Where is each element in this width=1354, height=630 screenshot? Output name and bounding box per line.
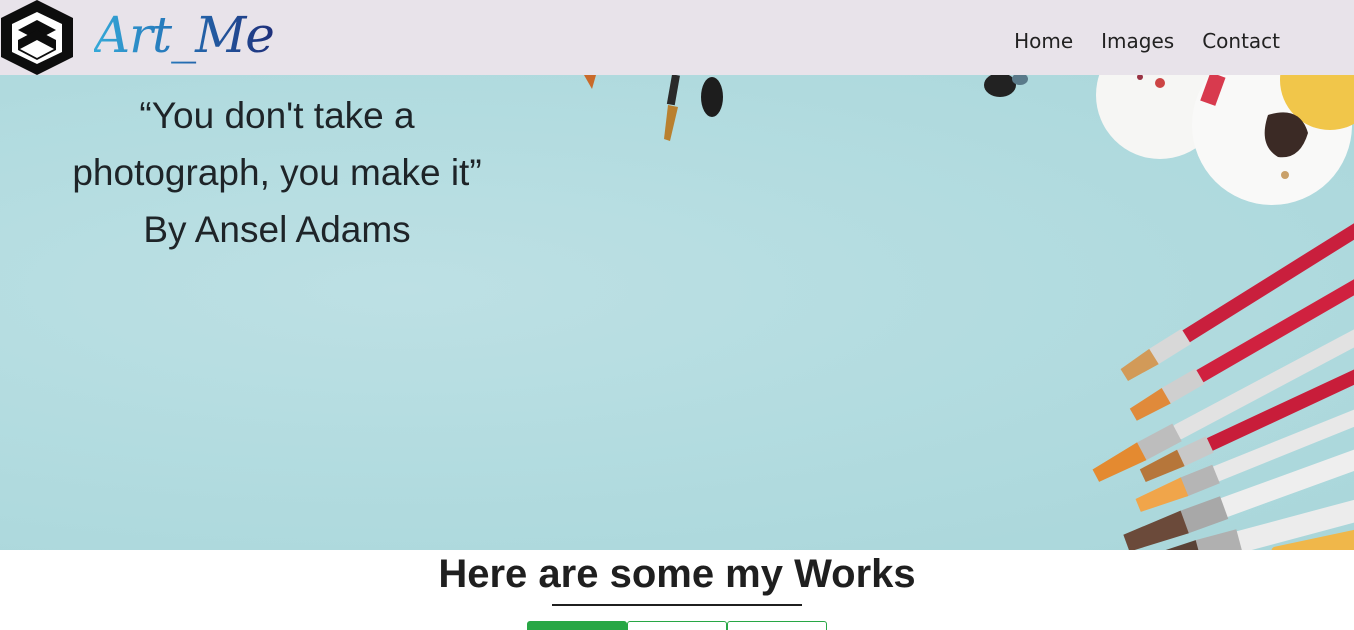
nav-link-images[interactable]: Images bbox=[1101, 26, 1174, 56]
navbar: Art_Me Home Images Contact bbox=[0, 0, 1354, 75]
quote-line-1: “You don't take a bbox=[139, 95, 415, 136]
quote-line-2: photograph, you make it” bbox=[72, 152, 482, 193]
filter-button-2[interactable] bbox=[627, 621, 727, 630]
hero-quote: “You don't take a photograph, you make i… bbox=[52, 87, 502, 258]
brush-bundle bbox=[1092, 219, 1354, 550]
title-underline bbox=[552, 604, 802, 606]
works-section-title: Here are some my Works bbox=[438, 552, 916, 596]
nav-link-contact[interactable]: Contact bbox=[1202, 26, 1280, 56]
quote-author: By Ansel Adams bbox=[143, 209, 411, 250]
nav-links: Home Images Contact bbox=[1014, 26, 1280, 56]
top-brushes bbox=[584, 75, 1028, 141]
nav-link-home[interactable]: Home bbox=[1014, 26, 1073, 56]
filter-button-1[interactable] bbox=[527, 621, 627, 630]
filter-button-3[interactable] bbox=[727, 621, 827, 630]
brand-logo[interactable]: Art_Me bbox=[94, 2, 275, 72]
logo-icon[interactable] bbox=[0, 0, 75, 75]
paint-palettes bbox=[1096, 75, 1354, 205]
hero-banner: “You don't take a photograph, you make i… bbox=[0, 75, 1354, 550]
works-filter-bar bbox=[527, 621, 827, 630]
